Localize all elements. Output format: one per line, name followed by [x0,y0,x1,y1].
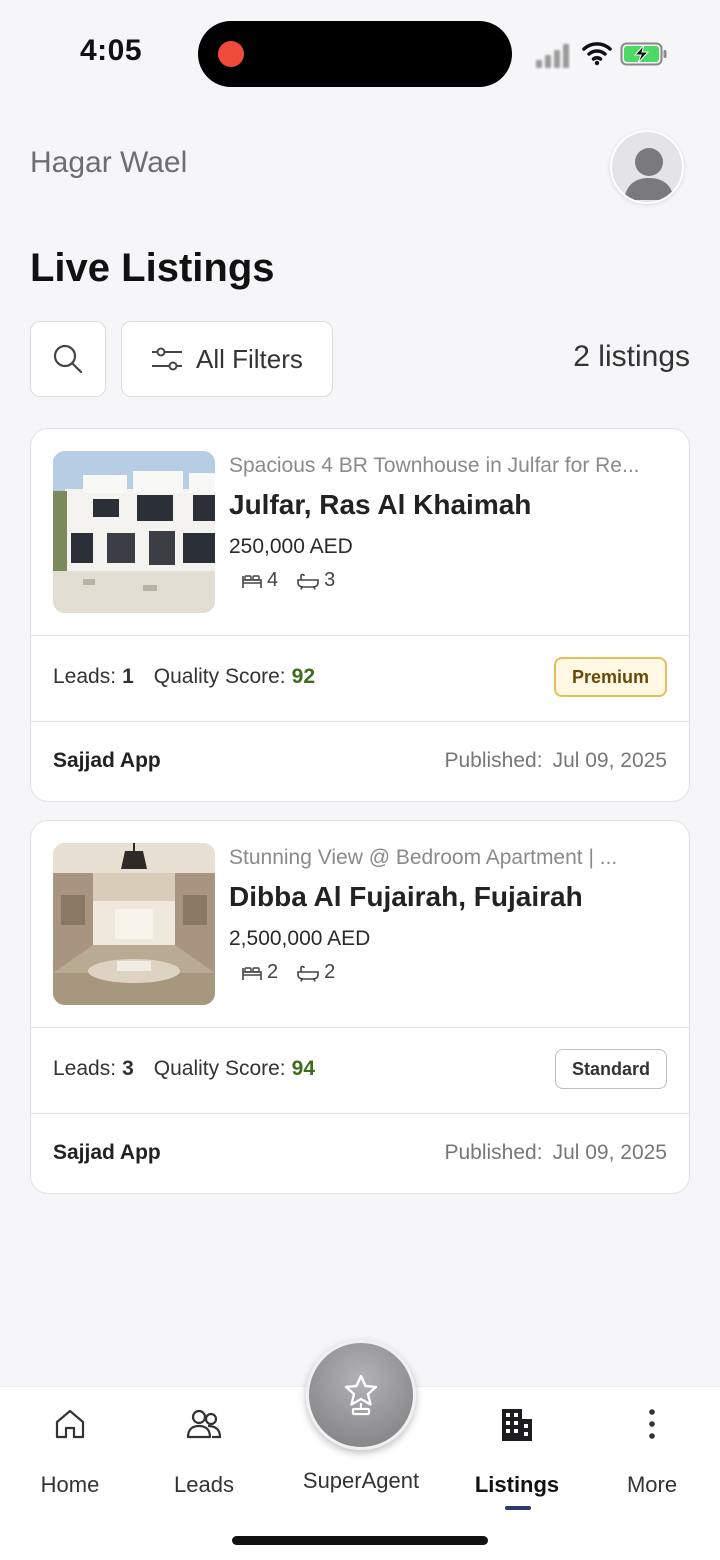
all-filters-button[interactable]: All Filters [121,321,333,397]
more-vertical-icon [647,1404,657,1444]
nav-more-label: More [626,1472,678,1497]
listing-price: 250,000 AED [229,535,353,558]
published-info: Published: Jul 09, 2025 [444,1141,667,1165]
wifi-icon [582,40,612,66]
listing-summary[interactable]: Spacious 4 BR Townhouse in Julfar for Re… [31,429,689,635]
status-bar: 4:05 [0,0,720,110]
listing-agent: Sajjad App [53,1141,161,1164]
listing-metrics: Leads: 1 Quality Score: 92 [53,665,315,689]
all-filters-label: All Filters [196,343,303,374]
listing-summary[interactable]: Stunning View @ Bedroom Apartment | ... … [31,821,689,1027]
leads-count: 1 [122,665,134,688]
listing-agent: Sajjad App [53,749,161,772]
bedrooms-spec: 2 [241,961,278,984]
nav-listings[interactable]: Listings [447,1404,587,1498]
profile-avatar-button[interactable] [610,130,684,204]
listing-location: Julfar, Ras Al Khaimah [229,489,532,520]
listing-subtitle: Stunning View @ Bedroom Apartment | ... [229,846,618,869]
users-icon [186,1404,222,1444]
listing-specs: 2 2 [241,961,335,984]
nav-home-label: Home [40,1472,100,1497]
user-silhouette-icon [624,148,674,200]
tier-badge: Premium [553,657,667,697]
quality-score-label: Quality Score: [153,1057,286,1080]
nav-active-indicator [505,1506,531,1510]
listing-subtitle: Spacious 4 BR Townhouse in Julfar for Re… [229,454,640,477]
published-label: Published: [444,749,543,772]
status-time: 4:05 [80,34,143,67]
listing-photo-interior [53,843,215,1005]
home-icon [53,1404,87,1444]
quality-score-value: 94 [291,1057,315,1080]
listing-photo-townhouse [53,451,215,613]
listings-count: 2 listings [573,340,690,373]
bathtub-icon [297,965,319,982]
bathrooms-spec: 3 [296,569,335,592]
bathtub-icon [297,573,319,590]
bedrooms-count: 4 [267,569,279,591]
quality-score-value: 92 [291,665,315,688]
user-name: Hagar Wael [30,146,188,179]
cellular-signal-icon [536,42,572,68]
listing-location: Dibba Al Fujairah, Fujairah [229,881,583,912]
published-date: Jul 09, 2025 [552,749,667,772]
card-divider [31,1027,689,1028]
listing-card[interactable]: Stunning View @ Bedroom Apartment | ... … [30,820,690,1194]
tier-badge: Standard [554,1049,667,1089]
nav-more[interactable]: More [582,1404,720,1498]
page-title: Live Listings [30,246,275,290]
bed-icon [242,966,262,980]
card-divider [31,1113,689,1114]
leads-count: 3 [122,1057,134,1080]
superagent-button[interactable] [306,1340,416,1450]
card-divider [31,721,689,722]
nav-leads[interactable]: Leads [134,1404,274,1498]
published-info: Published: Jul 09, 2025 [444,749,667,773]
dynamic-island [198,21,512,87]
bathrooms-count: 2 [324,961,336,983]
listing-price: 2,500,000 AED [229,927,371,950]
filter-sliders-icon [152,347,182,371]
quality-score-label: Quality Score: [153,665,286,688]
nav-home[interactable]: Home [0,1404,140,1498]
home-indicator [232,1536,488,1545]
search-icon [53,344,83,374]
recording-indicator-icon [218,41,244,67]
listing-metrics: Leads: 3 Quality Score: 94 [53,1057,315,1081]
published-date: Jul 09, 2025 [552,1141,667,1164]
nav-leads-label: Leads [174,1472,234,1497]
listing-specs: 4 3 [241,569,335,592]
bedrooms-count: 2 [267,961,279,983]
star-trophy-icon [344,1374,378,1416]
bed-icon [242,574,262,588]
leads-label: Leads: [53,665,117,688]
card-divider [31,635,689,636]
building-icon [500,1404,534,1444]
nav-listings-label: Listings [474,1472,560,1497]
nav-superagent-label: SuperAgent [302,1468,420,1493]
published-label: Published: [444,1141,543,1164]
battery-charging-icon [620,42,670,66]
listing-card[interactable]: Spacious 4 BR Townhouse in Julfar for Re… [30,428,690,802]
bathrooms-spec: 2 [296,961,335,984]
bathrooms-count: 3 [324,569,336,591]
bedrooms-spec: 4 [241,569,278,592]
search-button[interactable] [30,321,106,397]
leads-label: Leads: [53,1057,117,1080]
